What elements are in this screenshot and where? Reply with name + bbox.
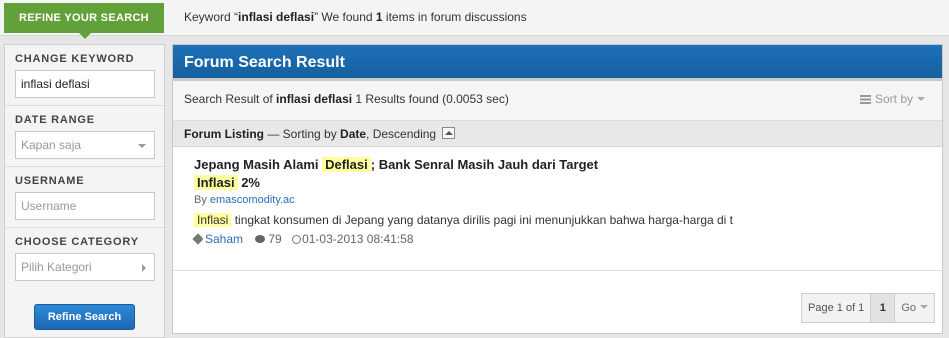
page-info: Page 1 of 1 xyxy=(802,294,872,322)
refine-search-button[interactable]: Refine Search xyxy=(34,304,135,330)
username-section: USERNAME Username xyxy=(5,167,164,228)
sort-field: Date xyxy=(340,127,367,141)
go-page-dropdown[interactable]: Go xyxy=(895,294,934,322)
category-value: Pilih Kategori xyxy=(21,260,92,274)
list-icon xyxy=(859,95,871,104)
post-snippet: Inflasi tingkat konsumen di Jepang yang … xyxy=(194,213,942,227)
highlight-term: Inflasi xyxy=(194,175,238,190)
result-keyword: inflasi deflasi xyxy=(276,92,353,106)
result-info-row: Search Result of inflasi deflasi 1 Resul… xyxy=(173,81,942,121)
keyword-label: CHANGE KEYWORD xyxy=(15,53,135,65)
collapse-toggle-icon[interactable] xyxy=(442,127,456,139)
result-info: Search Result of inflasi deflasi 1 Resul… xyxy=(184,92,509,106)
forum-listing-bar: Forum Listing — Sorting by Date, Descend… xyxy=(173,121,942,147)
list-item: Jepang Masih Alami Deflasi; Bank Senral … xyxy=(173,147,942,271)
summary-count: 1 xyxy=(375,10,383,24)
date-range-value: Kapan saja xyxy=(21,138,82,152)
category-section: CHOOSE CATEGORY Pilih Kategori xyxy=(5,228,164,288)
chevron-down-icon xyxy=(917,97,925,101)
comment-count: 79 xyxy=(268,232,282,246)
author-link[interactable]: emascomodity.ac xyxy=(210,194,295,206)
username-label: USERNAME xyxy=(15,175,85,187)
summary-keyword: inflasi deflasi xyxy=(238,10,315,24)
tag-icon xyxy=(192,233,204,245)
sort-by-label: Sort by xyxy=(874,92,913,106)
post-meta: Saham 79 01-03-2013 08:41:58 xyxy=(192,232,942,246)
chevron-right-icon xyxy=(142,264,146,272)
page-number-current[interactable]: 1 xyxy=(871,294,896,322)
post-date: 01-03-2013 08:41:58 xyxy=(302,232,414,246)
username-input[interactable]: Username xyxy=(15,192,155,220)
search-summary: Keyword “inflasi deflasi” We found 1 ite… xyxy=(184,10,527,24)
refine-sidebar: CHANGE KEYWORD inflasi deflasi DATE RANG… xyxy=(4,44,165,338)
forum-search-panel: Forum Search Result Search Result of inf… xyxy=(172,44,943,334)
sort-by-dropdown[interactable]: Sort by xyxy=(859,92,925,106)
chevron-down-icon xyxy=(138,144,146,148)
pagination: Page 1 of 1 1 Go xyxy=(801,293,935,323)
listing-label: Forum Listing xyxy=(184,127,264,141)
highlight-term: Deflasi xyxy=(322,157,371,172)
post-title-link[interactable]: Jepang Masih Alami Deflasi; Bank Senral … xyxy=(194,156,644,192)
date-range-select[interactable]: Kapan saja xyxy=(15,131,155,159)
chevron-down-icon xyxy=(920,305,928,309)
refine-search-tab[interactable]: REFINE YOUR SEARCH xyxy=(4,3,164,39)
post-author-line: By emascomodity.ac xyxy=(194,194,295,206)
category-link[interactable]: Saham xyxy=(205,232,243,246)
keyword-input[interactable]: inflasi deflasi xyxy=(15,70,155,98)
keyword-section: CHANGE KEYWORD inflasi deflasi xyxy=(5,45,164,106)
category-select[interactable]: Pilih Kategori xyxy=(15,253,155,281)
category-label: CHOOSE CATEGORY xyxy=(15,236,139,248)
top-bar: REFINE YOUR SEARCH Keyword “inflasi defl… xyxy=(0,0,949,39)
clock-icon xyxy=(292,235,302,244)
date-range-label: DATE RANGE xyxy=(15,114,95,126)
comment-icon xyxy=(255,235,266,243)
highlight-term: Inflasi xyxy=(194,213,232,227)
page-title: Forum Search Result xyxy=(173,45,942,81)
date-range-section: DATE RANGE Kapan saja xyxy=(5,106,164,167)
